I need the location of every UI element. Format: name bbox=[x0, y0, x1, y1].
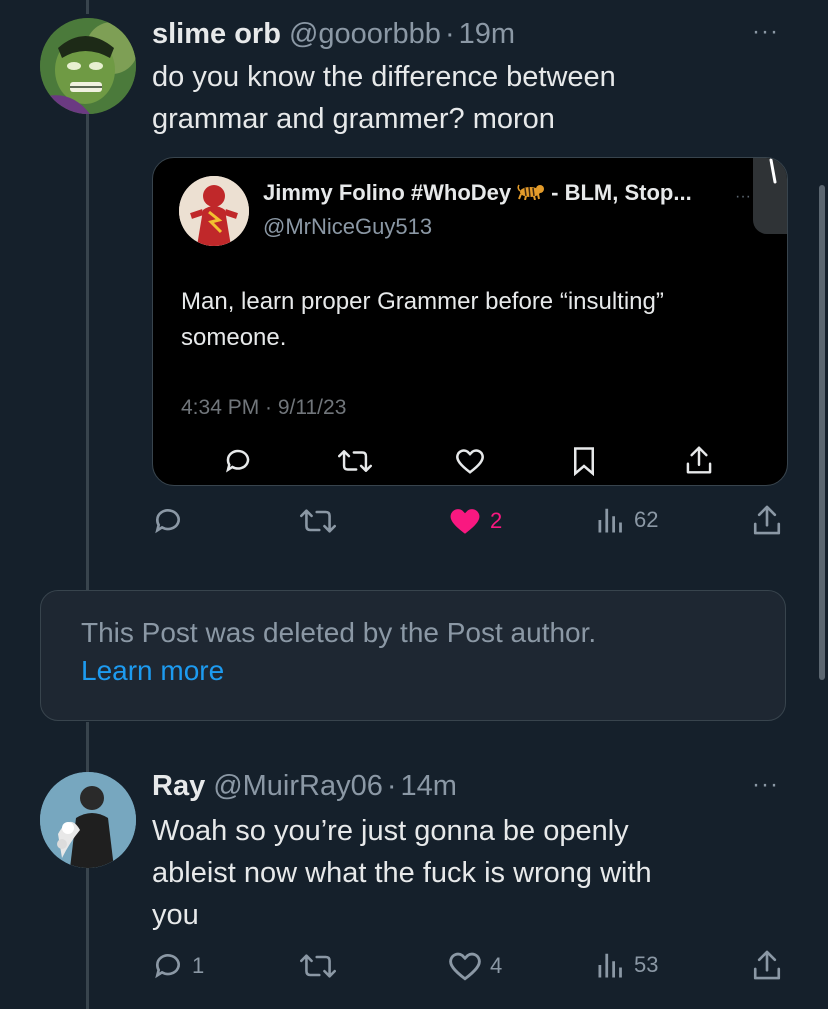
deleted-post-text: This Post was deleted by the Post author… bbox=[81, 617, 597, 648]
timestamp[interactable]: 19m bbox=[459, 18, 515, 51]
quote-like-icon[interactable] bbox=[455, 447, 485, 480]
reply-icon bbox=[155, 509, 180, 534]
quote-display-name[interactable]: Jimmy Folino #WhoDey bbox=[263, 180, 511, 206]
quote-share-icon[interactable] bbox=[685, 444, 713, 481]
quote-avatar[interactable] bbox=[179, 176, 249, 246]
handle[interactable]: @gooorbbb bbox=[289, 18, 441, 51]
share-button[interactable] bbox=[752, 503, 782, 537]
tweet-text-line: do you know the difference between bbox=[152, 61, 616, 93]
like-count: 4 bbox=[490, 953, 503, 978]
views-count: 53 bbox=[634, 952, 659, 977]
learn-more-link[interactable]: Learn more bbox=[81, 655, 224, 687]
ray-avatar-icon bbox=[40, 772, 136, 868]
more-options-button[interactable]: ··· bbox=[752, 18, 779, 46]
quote-timestamp[interactable]: 4:34 PM · 9/11/23 bbox=[181, 396, 346, 420]
tiger-emoji-icon bbox=[517, 182, 545, 205]
thread-line-3 bbox=[86, 868, 89, 1009]
quote-scroll-handle[interactable] bbox=[753, 158, 787, 234]
tweet-text: Woah so you’re just gonna be openly able… bbox=[152, 810, 652, 936]
heart-filled-icon bbox=[450, 509, 480, 534]
views-button[interactable]: 53 bbox=[596, 950, 658, 980]
more-options-button[interactable]: ··· bbox=[752, 771, 779, 799]
views-icon bbox=[598, 508, 622, 533]
share-icon bbox=[753, 505, 781, 535]
dot-separator: · bbox=[444, 17, 455, 50]
tweet-text: do you know the difference between gramm… bbox=[152, 56, 616, 140]
quote-bookmark-icon[interactable] bbox=[571, 446, 597, 481]
heart-icon bbox=[449, 952, 481, 981]
timestamp[interactable]: 14m bbox=[401, 770, 457, 803]
views-icon bbox=[598, 953, 622, 978]
quote-text: Man, learn proper Grammer before “insult… bbox=[181, 284, 664, 356]
share-icon bbox=[753, 950, 781, 980]
hulk-avatar-icon bbox=[40, 18, 136, 114]
quote-more-options-button[interactable]: ··· bbox=[735, 188, 751, 206]
reply-button[interactable] bbox=[152, 505, 184, 537]
scroll-grip-icon bbox=[769, 158, 777, 184]
retweet-icon bbox=[300, 509, 336, 533]
views-count: 62 bbox=[634, 507, 659, 532]
thread-line-top bbox=[86, 0, 89, 14]
thread-line-2 bbox=[86, 722, 89, 772]
quoted-tweet-card[interactable]: Jimmy Folino #WhoDey - BLM, Stop... @MrN… bbox=[152, 157, 788, 486]
retweet-button[interactable] bbox=[300, 950, 336, 982]
quote-handle[interactable]: @MrNiceGuy513 bbox=[263, 214, 432, 240]
quote-text-line: someone. bbox=[181, 324, 287, 351]
quote-display-name-rest[interactable]: - BLM, Stop... bbox=[551, 180, 692, 206]
reply-icon bbox=[155, 954, 180, 979]
quote-reply-icon[interactable] bbox=[223, 446, 253, 481]
like-button[interactable]: 4 bbox=[448, 950, 502, 982]
tweet-text-line: Woah so you’re just gonna be openly bbox=[152, 815, 629, 847]
quote-retweet-icon[interactable] bbox=[338, 446, 372, 481]
thread-line-1 bbox=[86, 112, 89, 590]
like-button[interactable]: 2 bbox=[448, 505, 502, 537]
reply-count: 1 bbox=[192, 953, 205, 978]
quote-text-line: Man, learn proper Grammer before “insult… bbox=[181, 288, 664, 315]
tweet-text-line: ableist now what the fuck is wrong with bbox=[152, 857, 652, 889]
views-button[interactable]: 62 bbox=[596, 505, 658, 535]
like-count: 2 bbox=[490, 508, 503, 533]
avatar[interactable] bbox=[40, 772, 136, 868]
deleted-post-notice: This Post was deleted by the Post author… bbox=[40, 590, 786, 721]
share-button[interactable] bbox=[752, 948, 782, 982]
tweet-text-line: grammar and grammer? moron bbox=[152, 103, 555, 135]
avatar[interactable] bbox=[40, 18, 136, 114]
handle[interactable]: @MuirRay06 bbox=[213, 770, 383, 803]
tweet-text-line: you bbox=[152, 899, 199, 931]
scrollbar[interactable] bbox=[819, 185, 825, 680]
display-name[interactable]: slime orb bbox=[152, 18, 281, 51]
reply-button[interactable]: 1 bbox=[152, 950, 204, 982]
dot-separator: · bbox=[386, 769, 397, 802]
retweet-icon bbox=[300, 954, 336, 978]
retweet-button[interactable] bbox=[300, 505, 336, 537]
flash-avatar-icon bbox=[179, 176, 249, 246]
display-name[interactable]: Ray bbox=[152, 770, 205, 803]
